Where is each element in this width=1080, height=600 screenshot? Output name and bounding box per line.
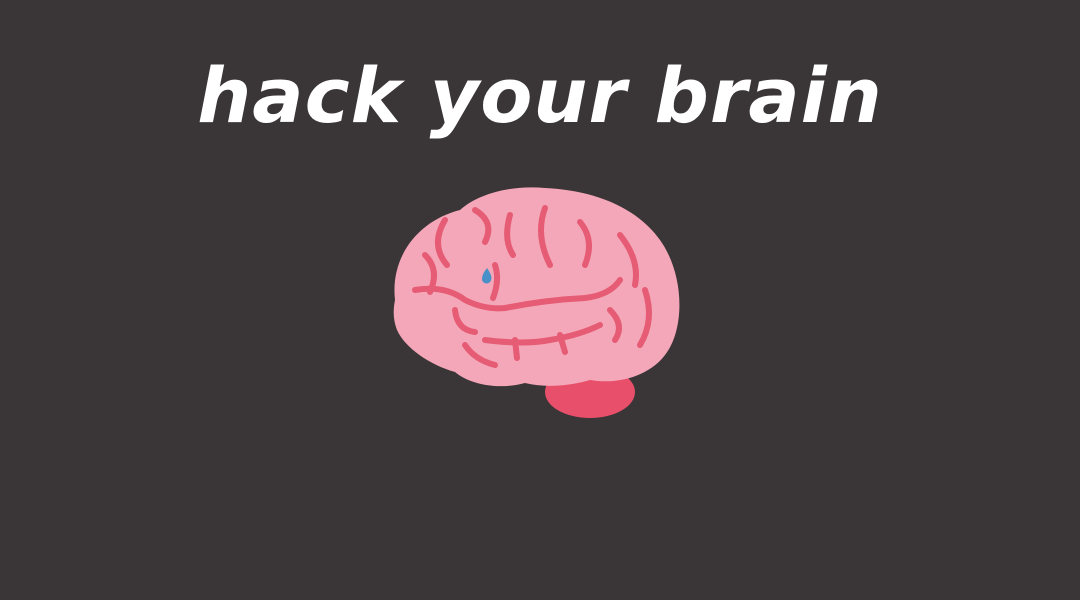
headline: hack your brain (197, 51, 883, 140)
brain-icon (385, 180, 685, 425)
canvas: hack your brain (0, 0, 1080, 600)
